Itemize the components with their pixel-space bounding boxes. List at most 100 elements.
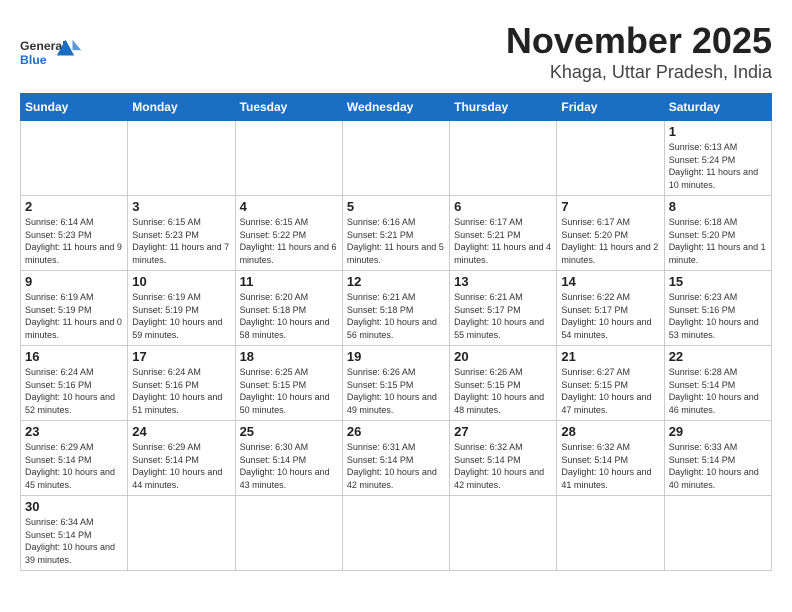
table-row bbox=[21, 121, 128, 196]
day-number: 29 bbox=[669, 424, 767, 439]
day-number: 15 bbox=[669, 274, 767, 289]
table-row bbox=[342, 496, 449, 571]
table-row: 12Sunrise: 6:21 AM Sunset: 5:18 PM Dayli… bbox=[342, 271, 449, 346]
day-info: Sunrise: 6:13 AM Sunset: 5:24 PM Dayligh… bbox=[669, 141, 767, 191]
calendar-week-row: 2Sunrise: 6:14 AM Sunset: 5:23 PM Daylig… bbox=[21, 196, 772, 271]
day-number: 10 bbox=[132, 274, 230, 289]
svg-text:General: General bbox=[20, 39, 66, 53]
day-number: 24 bbox=[132, 424, 230, 439]
header-thursday: Thursday bbox=[450, 94, 557, 121]
day-info: Sunrise: 6:18 AM Sunset: 5:20 PM Dayligh… bbox=[669, 216, 767, 266]
day-info: Sunrise: 6:30 AM Sunset: 5:14 PM Dayligh… bbox=[240, 441, 338, 491]
calendar-week-row: 9 Sunrise: 6:19 AM Sunset: 5:19 PM Daylig… bbox=[21, 271, 772, 346]
day-info: Sunrise: 6:22 AM Sunset: 5:17 PM Dayligh… bbox=[561, 291, 659, 341]
day-info: Sunrise: 6:34 AM Sunset: 5:14 PM Dayligh… bbox=[25, 516, 123, 566]
table-row: 21 Sunrise: 6:27 AM Sunset: 5:15 PM Dayli… bbox=[557, 346, 664, 421]
day-info: Sunrise: 6:15 AM Sunset: 5:23 PM Dayligh… bbox=[132, 216, 230, 266]
page-title: November 2025 bbox=[506, 20, 772, 62]
calendar-week-row: 23Sunrise: 6:29 AM Sunset: 5:14 PM Dayli… bbox=[21, 421, 772, 496]
day-info: Sunrise: 6:23 AM Sunset: 5:16 PM Dayligh… bbox=[669, 291, 767, 341]
day-info: Sunrise: 6:15 AM Sunset: 5:22 PM Dayligh… bbox=[240, 216, 338, 266]
day-number: 6 bbox=[454, 199, 552, 214]
table-row: 8Sunrise: 6:18 AM Sunset: 5:20 PM Daylig… bbox=[664, 196, 771, 271]
day-info: Sunrise: 6:20 AM Sunset: 5:18 PM Dayligh… bbox=[240, 291, 338, 341]
table-row: 24Sunrise: 6:29 AM Sunset: 5:14 PM Dayli… bbox=[128, 421, 235, 496]
day-number: 3 bbox=[132, 199, 230, 214]
day-number: 16 bbox=[25, 349, 123, 364]
table-row bbox=[235, 496, 342, 571]
table-row bbox=[664, 496, 771, 571]
table-row: 7Sunrise: 6:17 AM Sunset: 5:20 PM Daylig… bbox=[557, 196, 664, 271]
day-number: 25 bbox=[240, 424, 338, 439]
table-row: 11 Sunrise: 6:20 AM Sunset: 5:18 PM Dayli… bbox=[235, 271, 342, 346]
table-row: 22Sunrise: 6:28 AM Sunset: 5:14 PM Dayli… bbox=[664, 346, 771, 421]
day-info: Sunrise: 6:27 AM Sunset: 5:15 PM Dayligh… bbox=[561, 366, 659, 416]
page-subtitle: Khaga, Uttar Pradesh, India bbox=[506, 62, 772, 83]
day-number: 18 bbox=[240, 349, 338, 364]
header-friday: Friday bbox=[557, 94, 664, 121]
table-row: 5 Sunrise: 6:16 AM Sunset: 5:21 PM Daylig… bbox=[342, 196, 449, 271]
day-info: Sunrise: 6:14 AM Sunset: 5:23 PM Dayligh… bbox=[25, 216, 123, 266]
table-row bbox=[128, 121, 235, 196]
header-sunday: Sunday bbox=[21, 94, 128, 121]
day-info: Sunrise: 6:33 AM Sunset: 5:14 PM Dayligh… bbox=[669, 441, 767, 491]
table-row: 20 Sunrise: 6:26 AM Sunset: 5:15 PM Dayli… bbox=[450, 346, 557, 421]
table-row: 6 Sunrise: 6:17 AM Sunset: 5:21 PM Daylig… bbox=[450, 196, 557, 271]
day-number: 21 bbox=[561, 349, 659, 364]
table-row: 28Sunrise: 6:32 AM Sunset: 5:14 PM Dayli… bbox=[557, 421, 664, 496]
table-row: 1Sunrise: 6:13 AM Sunset: 5:24 PM Daylig… bbox=[664, 121, 771, 196]
header-wednesday: Wednesday bbox=[342, 94, 449, 121]
day-number: 20 bbox=[454, 349, 552, 364]
table-row: 26Sunrise: 6:31 AM Sunset: 5:14 PM Dayli… bbox=[342, 421, 449, 496]
day-info: Sunrise: 6:32 AM Sunset: 5:14 PM Dayligh… bbox=[454, 441, 552, 491]
header-tuesday: Tuesday bbox=[235, 94, 342, 121]
calendar-week-row: 30 Sunrise: 6:34 AM Sunset: 5:14 PM Dayli… bbox=[21, 496, 772, 571]
table-row bbox=[450, 121, 557, 196]
day-info: Sunrise: 6:19 AM Sunset: 5:19 PM Dayligh… bbox=[132, 291, 230, 341]
table-row bbox=[128, 496, 235, 571]
table-row: 29 Sunrise: 6:33 AM Sunset: 5:14 PM Dayli… bbox=[664, 421, 771, 496]
table-row: 17Sunrise: 6:24 AM Sunset: 5:16 PM Dayli… bbox=[128, 346, 235, 421]
table-row bbox=[342, 121, 449, 196]
day-number: 9 bbox=[25, 274, 123, 289]
table-row: 14 Sunrise: 6:22 AM Sunset: 5:17 PM Dayli… bbox=[557, 271, 664, 346]
table-row: 15 Sunrise: 6:23 AM Sunset: 5:16 PM Dayli… bbox=[664, 271, 771, 346]
calendar: Sunday Monday Tuesday Wednesday Thursday… bbox=[20, 93, 772, 571]
table-row: 4 Sunrise: 6:15 AM Sunset: 5:22 PM Daylig… bbox=[235, 196, 342, 271]
day-number: 14 bbox=[561, 274, 659, 289]
day-info: Sunrise: 6:17 AM Sunset: 5:21 PM Dayligh… bbox=[454, 216, 552, 266]
table-row: 16 Sunrise: 6:24 AM Sunset: 5:16 PM Dayli… bbox=[21, 346, 128, 421]
day-info: Sunrise: 6:24 AM Sunset: 5:16 PM Dayligh… bbox=[25, 366, 123, 416]
table-row: 9 Sunrise: 6:19 AM Sunset: 5:19 PM Daylig… bbox=[21, 271, 128, 346]
day-number: 27 bbox=[454, 424, 552, 439]
day-info: Sunrise: 6:16 AM Sunset: 5:21 PM Dayligh… bbox=[347, 216, 445, 266]
table-row: 18Sunrise: 6:25 AM Sunset: 5:15 PM Dayli… bbox=[235, 346, 342, 421]
day-info: Sunrise: 6:32 AM Sunset: 5:14 PM Dayligh… bbox=[561, 441, 659, 491]
day-number: 17 bbox=[132, 349, 230, 364]
table-row: 25 Sunrise: 6:30 AM Sunset: 5:14 PM Dayli… bbox=[235, 421, 342, 496]
day-number: 19 bbox=[347, 349, 445, 364]
day-info: Sunrise: 6:21 AM Sunset: 5:18 PM Dayligh… bbox=[347, 291, 445, 341]
logo-svg: General Blue bbox=[20, 30, 90, 80]
table-row: 13Sunrise: 6:21 AM Sunset: 5:17 PM Dayli… bbox=[450, 271, 557, 346]
day-info: Sunrise: 6:26 AM Sunset: 5:15 PM Dayligh… bbox=[454, 366, 552, 416]
calendar-week-row: 16 Sunrise: 6:24 AM Sunset: 5:16 PM Dayli… bbox=[21, 346, 772, 421]
table-row bbox=[235, 121, 342, 196]
table-row: 19Sunrise: 6:26 AM Sunset: 5:15 PM Dayli… bbox=[342, 346, 449, 421]
day-info: Sunrise: 6:31 AM Sunset: 5:14 PM Dayligh… bbox=[347, 441, 445, 491]
day-info: Sunrise: 6:21 AM Sunset: 5:17 PM Dayligh… bbox=[454, 291, 552, 341]
calendar-header-row: Sunday Monday Tuesday Wednesday Thursday… bbox=[21, 94, 772, 121]
day-info: Sunrise: 6:19 AM Sunset: 5:19 PM Dayligh… bbox=[25, 291, 123, 341]
day-number: 4 bbox=[240, 199, 338, 214]
table-row: 10 Sunrise: 6:19 AM Sunset: 5:19 PM Dayli… bbox=[128, 271, 235, 346]
table-row: 2Sunrise: 6:14 AM Sunset: 5:23 PM Daylig… bbox=[21, 196, 128, 271]
day-number: 5 bbox=[347, 199, 445, 214]
table-row bbox=[557, 496, 664, 571]
header: General Blue November 2025 Khaga, Uttar … bbox=[20, 20, 772, 83]
table-row bbox=[450, 496, 557, 571]
calendar-week-row: 1Sunrise: 6:13 AM Sunset: 5:24 PM Daylig… bbox=[21, 121, 772, 196]
svg-text:Blue: Blue bbox=[20, 53, 47, 67]
day-number: 30 bbox=[25, 499, 123, 514]
day-number: 11 bbox=[240, 274, 338, 289]
day-info: Sunrise: 6:17 AM Sunset: 5:20 PM Dayligh… bbox=[561, 216, 659, 266]
